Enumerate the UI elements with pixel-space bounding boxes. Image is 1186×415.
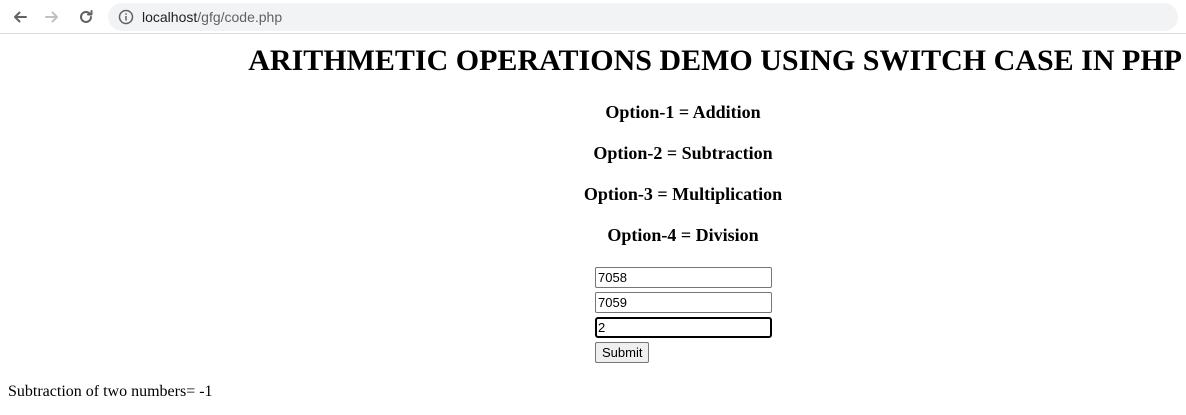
reload-button[interactable] [74,5,98,29]
address-bar[interactable]: localhost/gfg/code.php [108,3,1178,31]
second-number-input[interactable] [595,292,772,313]
page-title: ARITHMETIC OPERATIONS DEMO USING SWITCH … [248,44,1182,77]
url-path: /gfg/code.php [197,9,283,25]
option-subtraction: Option-2 = Subtraction [593,143,773,163]
option-addition: Option-1 = Addition [605,102,761,122]
url-host: localhost [142,9,198,25]
first-number-input[interactable] [595,267,772,288]
result-text: Subtraction of two numbers= -1 [8,383,213,400]
forward-button[interactable] [40,5,64,29]
back-button[interactable] [8,5,32,29]
url-text[interactable]: localhost/gfg/code.php [142,8,282,26]
arrow-right-icon [45,11,58,23]
arrow-left-icon [14,11,27,23]
option-input[interactable] [595,317,772,338]
option-division: Option-4 = Division [607,225,759,245]
info-icon[interactable] [118,9,134,25]
option-multiplication: Option-3 = Multiplication [583,184,783,204]
submit-button[interactable]: Submit [595,342,650,363]
browser-toolbar: localhost/gfg/code.php [0,0,1186,34]
reload-icon [80,10,93,23]
